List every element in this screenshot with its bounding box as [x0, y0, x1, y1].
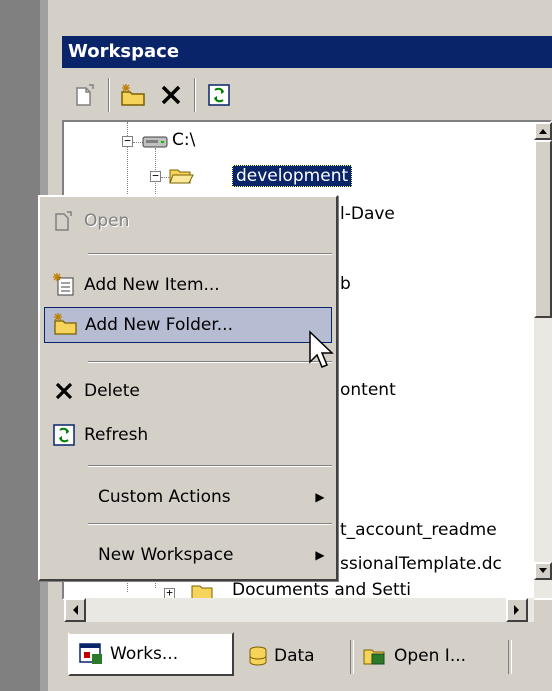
menu-item-delete[interactable]: Delete: [44, 373, 332, 409]
menu-separator: [88, 361, 332, 363]
menu-item-label: Add New Item...: [84, 275, 220, 295]
toolbar-separator: [194, 78, 196, 112]
tab-label: Open I...: [394, 646, 467, 666]
workspace-title: Workspace: [68, 41, 180, 62]
menu-item-refresh[interactable]: Refresh: [44, 417, 332, 453]
new-item-icon: [53, 273, 74, 296]
menu-item-label: Add New Folder...: [85, 315, 233, 335]
menu-item-label: Refresh: [84, 425, 149, 445]
scroll-down-button[interactable]: [534, 562, 552, 580]
open-doc-icon: [76, 84, 94, 106]
menu-item-open[interactable]: Open: [44, 203, 332, 239]
drive-icon: [142, 136, 168, 148]
open-items-icon: [363, 649, 385, 665]
menu-item-custom-actions[interactable]: Custom Actions ▶: [44, 477, 332, 517]
new-folder-icon: [121, 84, 145, 106]
toolbar-separator: [108, 78, 110, 112]
menu-item-label: New Workspace: [98, 545, 234, 565]
submenu-arrow-icon: ▶: [315, 490, 325, 504]
toolbar-new-folder-button[interactable]: [116, 78, 150, 112]
bottom-tab-strip: Works... Data Open I...: [62, 626, 552, 691]
scroll-left-button[interactable]: [64, 598, 86, 622]
menu-separator: [88, 523, 332, 525]
toolbar-open-button[interactable]: [68, 78, 102, 112]
tree-expander[interactable]: −: [150, 170, 161, 182]
tree-horizontal-scrollbar[interactable]: [64, 598, 534, 622]
tree-item-partial[interactable]: ontent: [340, 380, 396, 400]
tree-item-partial[interactable]: l-Dave: [340, 204, 395, 224]
menu-item-new-workspace[interactable]: New Workspace ▶: [44, 535, 332, 575]
refresh-icon: [53, 424, 75, 446]
workspace-toolbar: [62, 70, 552, 120]
tab-label: Works...: [110, 644, 179, 664]
menu-item-add-new-item[interactable]: Add New Item...: [44, 267, 332, 303]
tab-separator: [508, 640, 512, 674]
tab-label: Data: [274, 646, 315, 666]
submenu-arrow-icon: ▶: [315, 548, 325, 562]
menu-item-label: Delete: [84, 381, 140, 401]
tab-data[interactable]: Data: [240, 636, 348, 676]
tree-vertical-scrollbar[interactable]: [534, 122, 552, 598]
workspace-tab-icon: [79, 643, 102, 664]
menu-separator: [88, 253, 332, 255]
tree-item-partial[interactable]: Documents and Setti: [232, 580, 411, 598]
menu-item-label: Custom Actions: [98, 487, 231, 507]
open-doc-icon: [55, 211, 72, 231]
arrow-left-icon: [73, 605, 78, 615]
menu-separator: [88, 465, 332, 467]
arrow-right-icon: [514, 605, 519, 615]
tree-item-partial[interactable]: b: [340, 274, 351, 294]
arrow-down-icon: [539, 568, 547, 573]
arrow-up-icon: [539, 129, 547, 134]
context-menu: Open Add New Item... Add New Folder... D…: [38, 195, 338, 581]
scroll-up-button[interactable]: [534, 122, 552, 140]
scroll-right-button[interactable]: [506, 598, 528, 622]
tab-open-items[interactable]: Open I...: [354, 636, 504, 676]
tree-item-partial[interactable]: t_account_readme: [340, 520, 497, 540]
database-icon: [249, 646, 267, 666]
toolbar-refresh-button[interactable]: [202, 78, 236, 112]
tree-item-partial[interactable]: ssionalTemplate.dc: [340, 554, 502, 574]
scroll-thumb[interactable]: [534, 140, 552, 318]
tree-item-development[interactable]: development: [232, 165, 353, 187]
mouse-pointer-icon: [309, 330, 334, 368]
toolbar-delete-button[interactable]: [154, 78, 188, 112]
tree-expander[interactable]: −: [122, 135, 133, 147]
delete-x-icon: [161, 85, 181, 105]
delete-x-icon: [55, 382, 73, 400]
tree-item-drive[interactable]: C:\: [172, 130, 195, 150]
new-folder-icon: [54, 313, 77, 335]
menu-item-label: Open: [84, 211, 130, 231]
refresh-icon: [208, 84, 230, 106]
tab-workspace[interactable]: Works...: [68, 632, 234, 676]
top-strip: [48, 0, 552, 28]
menu-item-add-new-folder[interactable]: Add New Folder...: [44, 307, 332, 343]
folder-open-icon: [169, 169, 194, 184]
workspace-title-bar: Workspace: [62, 36, 552, 68]
